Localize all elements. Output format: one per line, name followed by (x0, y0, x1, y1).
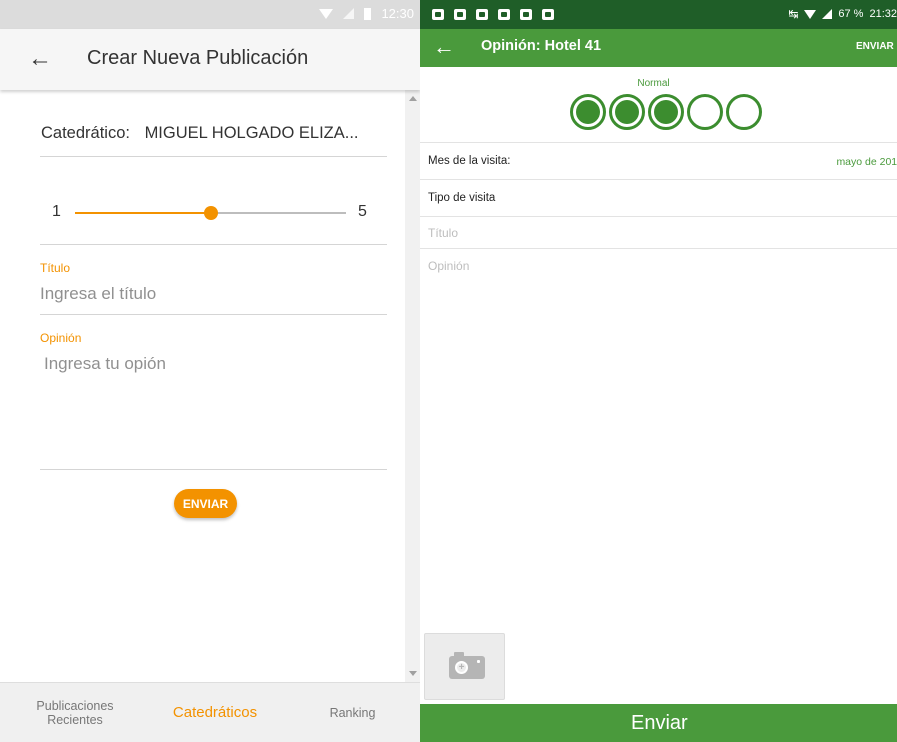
notification-icons (432, 9, 554, 20)
visit-month-value[interactable]: mayo de 2017 (836, 156, 897, 168)
teacher-row: Catedrático: MIGUEL HOLGADO ELIZA... (41, 124, 359, 143)
opinion-input-underline (40, 469, 387, 470)
add-photo-button[interactable]: + (424, 633, 505, 700)
rating-slider[interactable]: 1 5 (48, 200, 378, 224)
nav-teachers[interactable]: Catedráticos (150, 683, 280, 742)
divider (40, 156, 387, 157)
opinion-field-label: Opinión (40, 331, 82, 345)
slider-track[interactable] (75, 206, 346, 220)
notification-app-icon (476, 9, 488, 20)
signal-icon (343, 8, 355, 19)
rating-circle-1[interactable] (570, 94, 606, 130)
camera-flash-icon (477, 660, 480, 663)
battery-percent: 67 % (838, 8, 864, 20)
rating-selector: Normal (420, 67, 897, 143)
status-time: 21:32 (869, 8, 897, 20)
slider-min-label: 1 (52, 203, 61, 220)
right-screen: ↹ 67 % 21:32 ← Opinión: Hotel 41 ENVIAR … (420, 0, 897, 742)
status-bar: ↹ 67 % 21:32 (420, 0, 897, 29)
send-action-button[interactable]: ENVIAR (856, 41, 894, 52)
nav-recent-posts[interactable]: Publicaciones Recientes (20, 683, 130, 742)
back-arrow-icon[interactable]: ← (28, 45, 52, 73)
notification-app-icon (542, 9, 554, 20)
app-bar: ← Opinión: Hotel 41 ENVIAR (420, 29, 897, 67)
opinion-input[interactable] (44, 353, 391, 463)
signal-icon (822, 9, 833, 19)
rating-circle-5[interactable] (726, 94, 762, 130)
title-input-underline (40, 314, 387, 315)
title-row (420, 217, 897, 249)
notification-app-icon (454, 9, 466, 20)
visit-month-row[interactable]: Mes de la visita: mayo de 2017 (420, 143, 897, 180)
visit-type-row[interactable]: Tipo de visita (420, 180, 897, 217)
scroll-down-icon[interactable] (409, 671, 417, 676)
rating-circle-4[interactable] (687, 94, 723, 130)
scrollbar[interactable] (405, 90, 420, 682)
battery-icon (364, 7, 372, 20)
notification-app-icon (432, 9, 444, 20)
teacher-label: Catedrático: (41, 124, 130, 142)
camera-lens-plus-icon: + (455, 661, 468, 674)
wifi-icon (319, 8, 334, 19)
slider-max-label: 5 (358, 203, 367, 220)
vibrate-icon: ↹ (788, 7, 799, 21)
title-input[interactable] (40, 284, 387, 304)
divider (40, 244, 387, 245)
title-field-label: Título (40, 261, 71, 275)
visit-month-label: Mes de la visita: (428, 155, 511, 167)
send-button[interactable]: Enviar (420, 704, 897, 742)
slider-thumb[interactable] (204, 206, 218, 220)
scroll-up-icon[interactable] (409, 96, 417, 101)
rating-circles (570, 94, 762, 130)
teacher-name: MIGUEL HOLGADO ELIZA... (144, 124, 359, 142)
visit-type-label: Tipo de visita (428, 192, 496, 204)
rating-circle-2[interactable] (609, 94, 645, 130)
page-title: Opinión: Hotel 41 (481, 38, 602, 54)
notification-app-icon (498, 9, 510, 20)
send-button[interactable]: ENVIAR (174, 489, 237, 518)
nav-ranking[interactable]: Ranking (300, 683, 405, 742)
slider-fill (75, 212, 211, 214)
app-bar: ← Crear Nueva Publicación (0, 29, 420, 90)
page-title: Crear Nueva Publicación (87, 47, 309, 69)
rating-label: Normal (637, 78, 670, 89)
add-photo-camera-icon: + (449, 652, 485, 679)
notification-app-icon (520, 9, 532, 20)
status-bar: 12:30 (0, 0, 420, 29)
status-time: 12:30 (381, 6, 414, 21)
back-arrow-icon[interactable]: ← (433, 34, 455, 60)
left-screen: 12:30 ← Crear Nueva Publicación Catedrát… (0, 0, 420, 742)
title-input[interactable] (428, 226, 888, 240)
opinion-input[interactable] (428, 259, 888, 619)
wifi-icon (804, 9, 817, 19)
rating-circle-3[interactable] (648, 94, 684, 130)
bottom-navigation: Publicaciones Recientes Catedráticos Ran… (0, 682, 420, 742)
